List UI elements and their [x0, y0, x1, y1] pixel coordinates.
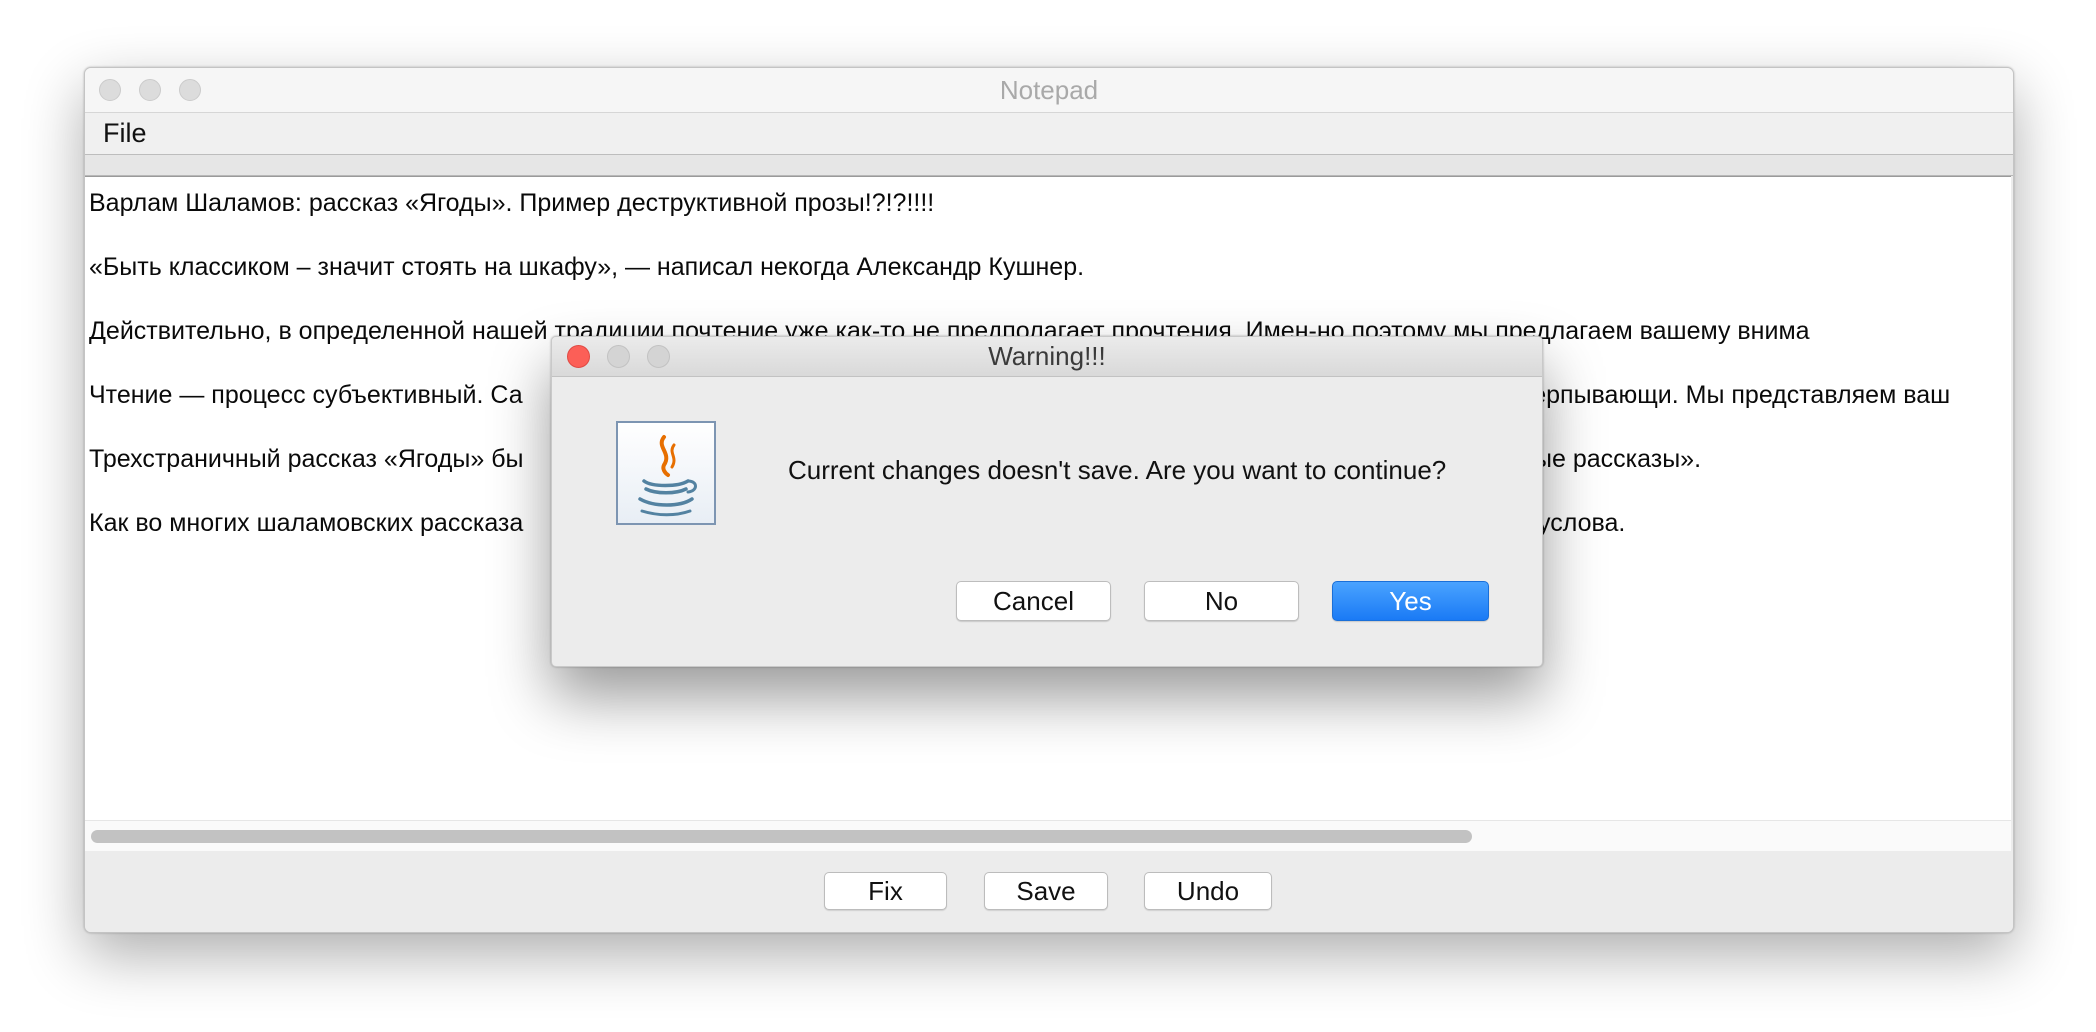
editor-line: «Быть классиком – значит стоять на шкафу…	[89, 253, 1085, 281]
button-bar: Fix Save Undo	[85, 851, 2013, 932]
editor-line: Варлам Шаламов: рассказ «Ягоды». Пример …	[89, 189, 935, 217]
editor-line-tail: услова.	[1538, 509, 1626, 537]
menu-file[interactable]: File	[103, 113, 147, 154]
horizontal-scrollbar[interactable]	[85, 820, 2011, 851]
editor-line-tail: ые рассказы».	[1534, 445, 1702, 473]
editor-line: Трехстраничный рассказ «Ягоды» бы	[89, 445, 524, 473]
horizontal-scrollbar-thumb[interactable]	[91, 830, 1472, 843]
window-title: Notepad	[999, 75, 1099, 105]
no-button[interactable]: No	[1144, 581, 1299, 621]
editor-line-tail: счерпывающи. Мы представляем ваш	[1507, 381, 1951, 409]
menu-bar: File	[85, 113, 2013, 155]
java-icon	[616, 421, 716, 525]
save-button[interactable]: Save	[984, 872, 1108, 910]
editor-line: Как во многих шаламовских рассказа	[89, 509, 524, 537]
warning-dialog: Warning!!! Current changes doesn't save.…	[551, 336, 1543, 667]
toolbar-strip	[85, 155, 2013, 176]
dialog-message: Current changes doesn't save. Are you wa…	[788, 455, 1447, 485]
dialog-title: Warning!!!	[988, 341, 1106, 371]
window-titlebar[interactable]: Notepad	[85, 68, 2013, 113]
undo-button[interactable]: Undo	[1144, 872, 1272, 910]
editor-line: Чтение — процесс субъективный. Са	[89, 381, 523, 409]
dialog-titlebar[interactable]: Warning!!!	[552, 337, 1542, 377]
fix-button[interactable]: Fix	[824, 872, 947, 910]
yes-button[interactable]: Yes	[1332, 581, 1489, 621]
cancel-button[interactable]: Cancel	[956, 581, 1111, 621]
